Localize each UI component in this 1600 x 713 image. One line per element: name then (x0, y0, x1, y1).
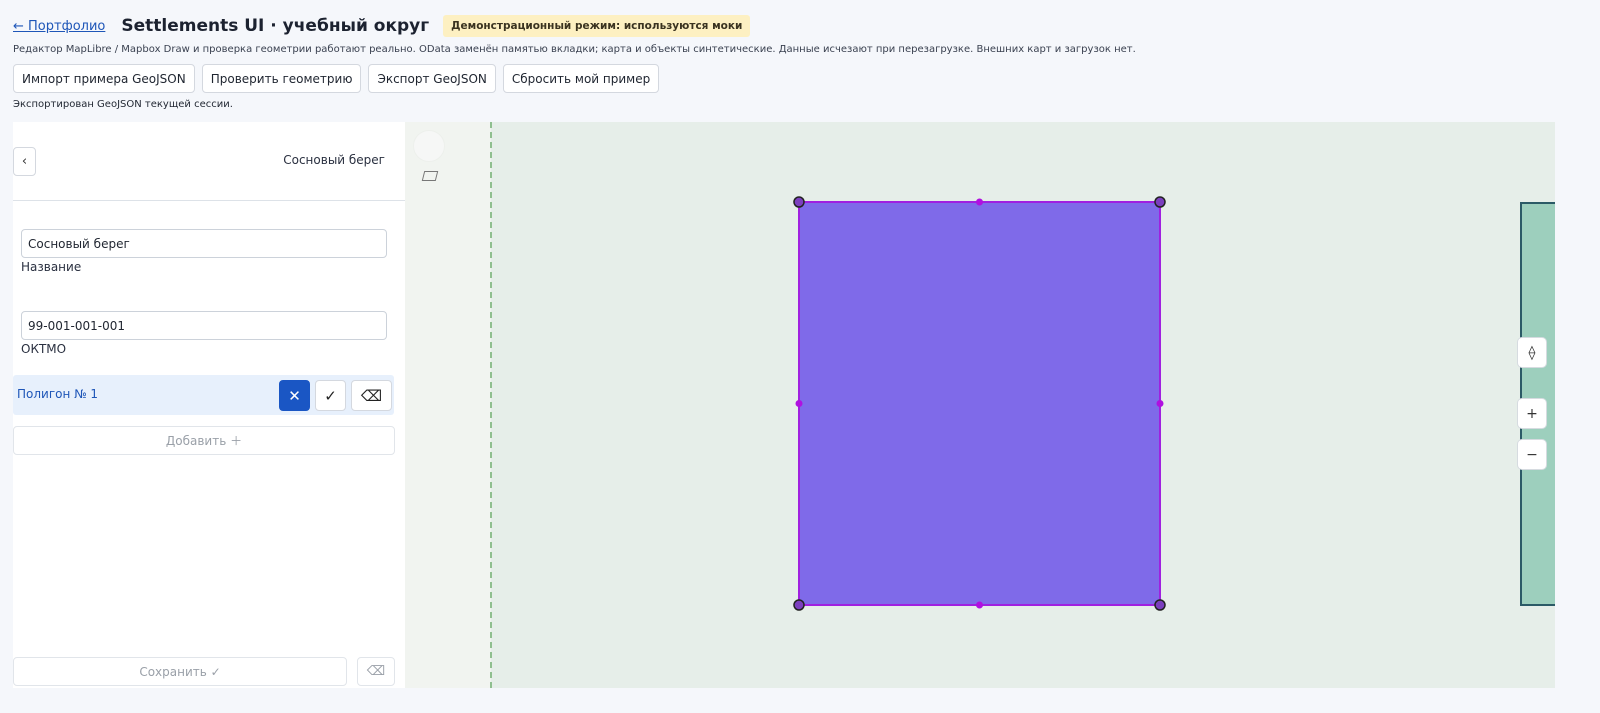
minus-icon: − (1526, 446, 1538, 463)
reset-example-button[interactable]: Сбросить мой пример (502, 64, 660, 93)
status-message: Экспортирован GeoJSON текущей сессии. (13, 99, 233, 110)
panel-header: ‹ Сосновый берег (13, 122, 405, 201)
import-geojson-button[interactable]: Импорт примера GeoJSON (13, 64, 195, 93)
save-button[interactable]: Сохранить ✓ (13, 657, 347, 686)
toolbar: Импорт примера GeoJSON Проверить геометр… (13, 64, 660, 93)
polygon-delete-button[interactable]: ⌫ (351, 380, 392, 411)
export-geojson-button[interactable]: Экспорт GeoJSON (368, 64, 496, 93)
polygon-item[interactable]: Полигон № 1 ✕ ✓ ⌫ (13, 375, 394, 415)
check-geometry-button[interactable]: Проверить геометрию (201, 64, 362, 93)
name-input[interactable] (21, 229, 387, 258)
panel-title: Сосновый берег (283, 153, 385, 167)
oktmo-label: ОКТМО (21, 342, 67, 356)
polygon-midpoint-handle[interactable] (1156, 400, 1164, 407)
add-polygon-button[interactable]: Добавить ＋ (13, 426, 395, 455)
backspace-icon: ⌫ (366, 664, 386, 679)
backspace-icon: ⌫ (360, 386, 383, 405)
page-description: Редактор MapLibre / Mapbox Draw и провер… (13, 44, 1136, 55)
oktmo-input[interactable] (21, 311, 387, 340)
compass-button[interactable]: ⟠ (1518, 338, 1546, 367)
polygon-midpoint-handle[interactable] (795, 400, 803, 407)
map-geometry-layer (793, 196, 1166, 611)
plus-icon: + (1526, 405, 1538, 422)
polygon-vertex-handle[interactable] (1154, 196, 1166, 208)
polygon-vertex-handle[interactable] (793, 599, 805, 611)
delete-settlement-button[interactable]: ⌫ (357, 657, 395, 686)
polygon-item-label: Полигон № 1 (17, 387, 99, 401)
selected-polygon[interactable] (798, 201, 1161, 606)
polygon-close-button[interactable]: ✕ (279, 380, 310, 411)
polygon-vertex-handle[interactable] (1154, 599, 1166, 611)
settlement-panel: ‹ Сосновый берег Название ОКТМО Полигон … (13, 122, 405, 688)
panel-back-button[interactable]: ‹ (13, 147, 36, 176)
header: ← Портфолио Settlements UI · учебный окр… (13, 12, 751, 40)
page-title: Settlements UI · учебный округ (121, 16, 430, 36)
map-canvas[interactable]: ⟠ + − (405, 122, 1555, 688)
polygon-confirm-button[interactable]: ✓ (315, 380, 346, 411)
portfolio-back-link[interactable]: ← Портфолио (13, 19, 105, 34)
polygon-midpoint-handle[interactable] (976, 601, 983, 609)
demo-mode-badge: Демонстрационный режим: используются мок… (443, 15, 751, 37)
compass-icon: ⟠ (1528, 344, 1536, 361)
zoom-out-button[interactable]: − (1518, 440, 1546, 469)
close-icon: ✕ (288, 386, 301, 405)
name-label: Название (21, 260, 82, 274)
zoom-in-button[interactable]: + (1518, 399, 1546, 428)
polygon-midpoint-handle[interactable] (976, 198, 983, 206)
check-icon: ✓ (324, 386, 337, 405)
polygon-vertex-handle[interactable] (793, 196, 805, 208)
chevron-left-icon: ‹ (21, 154, 28, 169)
